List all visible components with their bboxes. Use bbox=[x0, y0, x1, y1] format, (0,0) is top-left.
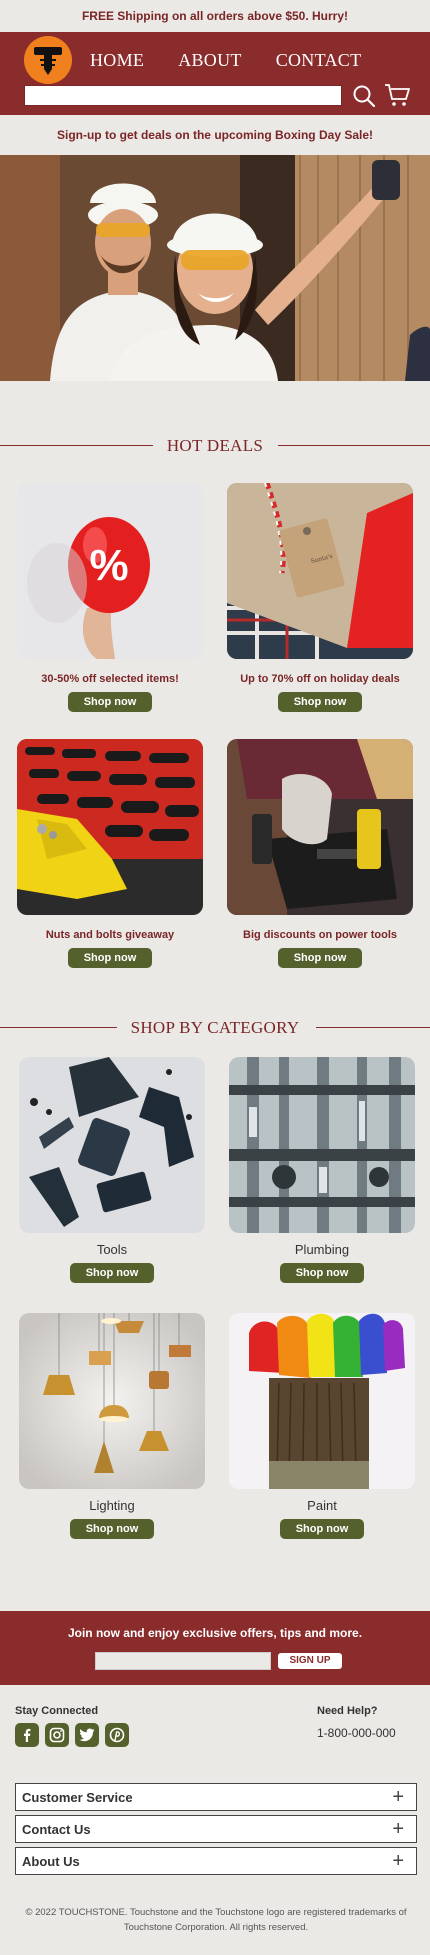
touchstone-logo[interactable] bbox=[24, 36, 72, 84]
signup-banner-text: Sign-up to get deals on the upcoming Box… bbox=[56, 128, 374, 142]
shop-now-button[interactable]: Shop now bbox=[278, 692, 362, 712]
pinterest-icon[interactable] bbox=[105, 1723, 129, 1747]
nav-contact[interactable]: CONTACT bbox=[276, 50, 362, 71]
deal-caption: Big discounts on power tools bbox=[243, 929, 397, 941]
hot-deals-heading: HOT DEALS bbox=[0, 434, 430, 458]
svg-text:%: % bbox=[89, 541, 128, 590]
deal-caption: 30-50% off selected items! bbox=[41, 673, 179, 685]
hot-deals-title: HOT DEALS bbox=[152, 436, 278, 456]
shop-now-button[interactable]: Shop now bbox=[68, 692, 152, 712]
deal-image-gift[interactable]: Santa's bbox=[227, 483, 413, 659]
shop-now-button[interactable]: Shop now bbox=[280, 1519, 364, 1539]
accordion-contact-us[interactable]: Contact Us + bbox=[15, 1815, 417, 1843]
phone-number[interactable]: 1-800-000-000 bbox=[317, 1726, 396, 1740]
deal-card: Santa's Up to 70% off on holiday deals S… bbox=[227, 483, 413, 712]
deal-image-sockets[interactable] bbox=[17, 739, 203, 915]
category-caption: Lighting bbox=[89, 1498, 135, 1513]
search-input[interactable] bbox=[24, 85, 342, 106]
search-icon[interactable] bbox=[352, 84, 376, 108]
promo-text: FREE Shipping on all orders above $50. H… bbox=[81, 9, 349, 23]
newsletter-banner: Join now and enjoy exclusive offers, tip… bbox=[0, 1611, 430, 1685]
deal-image-balloon[interactable]: % bbox=[17, 483, 203, 659]
site-header: HOME ABOUT CONTACT bbox=[0, 32, 430, 115]
category-card: Paint Shop now bbox=[229, 1313, 415, 1539]
shop-now-button[interactable]: Shop now bbox=[70, 1519, 154, 1539]
main-nav: HOME ABOUT CONTACT bbox=[90, 50, 395, 71]
shop-now-button[interactable]: Shop now bbox=[68, 948, 152, 968]
cart-icon[interactable] bbox=[384, 82, 410, 108]
category-caption: Tools bbox=[96, 1242, 128, 1257]
accordion-label: About Us bbox=[22, 1853, 80, 1869]
deal-caption: Nuts and bolts giveaway bbox=[45, 929, 175, 941]
logo-t-icon bbox=[25, 37, 71, 83]
newsletter-headline: Join now and enjoy exclusive offers, tip… bbox=[67, 1626, 363, 1640]
signup-button[interactable]: SIGN UP bbox=[278, 1653, 342, 1669]
plus-icon: + bbox=[392, 1818, 404, 1840]
category-image-plumbing[interactable] bbox=[229, 1057, 415, 1233]
deal-card: Nuts and bolts giveaway Shop now bbox=[17, 739, 203, 968]
shop-now-button[interactable]: Shop now bbox=[280, 1263, 364, 1283]
legal-text: © 2022 TOUCHSTONE. Touchstone and the To… bbox=[15, 1905, 417, 1935]
need-help-label: Need Help? bbox=[317, 1705, 378, 1717]
shop-now-button[interactable]: Shop now bbox=[278, 948, 362, 968]
twitter-icon[interactable] bbox=[75, 1723, 99, 1747]
category-caption: Paint bbox=[307, 1498, 337, 1513]
accordion-about-us[interactable]: About Us + bbox=[15, 1847, 417, 1875]
category-card: Plumbing Shop now bbox=[229, 1057, 415, 1283]
deal-card: % 30-50% off selected items! Shop now bbox=[17, 483, 203, 712]
shop-now-button[interactable]: Shop now bbox=[70, 1263, 154, 1283]
category-image-tools[interactable] bbox=[19, 1057, 205, 1233]
stay-connected-label: Stay Connected bbox=[15, 1705, 99, 1717]
newsletter-email-input[interactable] bbox=[95, 1652, 271, 1670]
nav-about[interactable]: ABOUT bbox=[178, 50, 242, 71]
nav-home[interactable]: HOME bbox=[90, 50, 144, 71]
plus-icon: + bbox=[392, 1850, 404, 1872]
social-links bbox=[15, 1723, 129, 1747]
plus-icon: + bbox=[392, 1786, 404, 1808]
category-card: Tools Shop now bbox=[19, 1057, 205, 1283]
facebook-icon[interactable] bbox=[15, 1723, 39, 1747]
hero-image bbox=[0, 155, 430, 381]
promo-strip: FREE Shipping on all orders above $50. H… bbox=[0, 0, 430, 32]
instagram-icon[interactable] bbox=[45, 1723, 69, 1747]
category-image-paint[interactable] bbox=[229, 1313, 415, 1489]
category-image-lighting[interactable] bbox=[19, 1313, 205, 1489]
legal-line-2: Touchstone Corporation. All rights reser… bbox=[123, 1922, 309, 1933]
category-caption: Plumbing bbox=[294, 1242, 350, 1257]
category-card: Lighting Shop now bbox=[19, 1313, 205, 1539]
category-title: SHOP BY CATEGORY bbox=[116, 1018, 314, 1038]
deal-image-tool-belt[interactable] bbox=[227, 739, 413, 915]
deal-card: Big discounts on power tools Shop now bbox=[227, 739, 413, 968]
accordion-customer-service[interactable]: Customer Service + bbox=[15, 1783, 417, 1811]
accordion-label: Customer Service bbox=[22, 1789, 133, 1805]
deal-caption: Up to 70% off on holiday deals bbox=[240, 673, 400, 685]
legal-line-1: © 2022 TOUCHSTONE. Touchstone and the To… bbox=[25, 1907, 407, 1918]
category-heading: SHOP BY CATEGORY bbox=[0, 1016, 430, 1040]
signup-banner: Sign-up to get deals on the upcoming Box… bbox=[0, 115, 430, 155]
accordion-label: Contact Us bbox=[22, 1821, 91, 1837]
